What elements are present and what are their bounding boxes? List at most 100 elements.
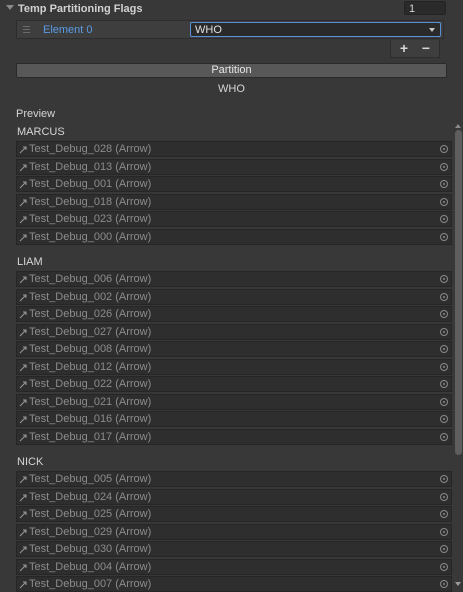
object-picker-icon[interactable] bbox=[440, 215, 448, 223]
object-field-row[interactable]: Test_Debug_006 (Arrow) bbox=[16, 271, 452, 287]
arrow-object-icon bbox=[19, 380, 28, 389]
object-picker-icon[interactable] bbox=[440, 432, 448, 441]
object-picker-icon[interactable] bbox=[440, 232, 448, 241]
object-field-row[interactable]: Test_Debug_000 (Arrow) bbox=[16, 228, 452, 245]
scroll-up-icon[interactable] bbox=[455, 124, 461, 128]
add-element-button[interactable]: + bbox=[393, 40, 415, 57]
object-picker-icon[interactable] bbox=[440, 180, 448, 188]
object-field-label: Test_Debug_007 (Arrow) bbox=[29, 578, 152, 590]
arrow-object-icon bbox=[19, 198, 28, 207]
list-footer: + − bbox=[390, 40, 440, 58]
object-picker-icon[interactable] bbox=[440, 415, 448, 423]
partition-value-label: WHO bbox=[218, 83, 245, 95]
object-field-row[interactable]: Test_Debug_017 (Arrow) bbox=[16, 428, 452, 445]
arrow-object-icon bbox=[19, 580, 28, 589]
arrow-object-icon bbox=[19, 345, 28, 354]
object-picker-icon[interactable] bbox=[440, 580, 448, 588]
vertical-scrollbar[interactable] bbox=[453, 124, 463, 592]
object-field-label: Test_Debug_017 (Arrow) bbox=[29, 430, 152, 443]
object-field-label: Test_Debug_022 (Arrow) bbox=[29, 378, 152, 390]
object-field-row[interactable]: Test_Debug_001 (Arrow) bbox=[16, 176, 452, 192]
object-picker-icon[interactable] bbox=[440, 545, 448, 553]
arrow-object-icon bbox=[19, 310, 28, 319]
object-field-label: Test_Debug_024 (Arrow) bbox=[29, 490, 152, 503]
object-picker-icon[interactable] bbox=[440, 275, 448, 283]
object-picker-icon[interactable] bbox=[440, 492, 448, 501]
object-field-row[interactable]: Test_Debug_004 (Arrow) bbox=[16, 558, 452, 575]
object-picker-icon[interactable] bbox=[440, 162, 448, 171]
object-picker-icon[interactable] bbox=[440, 327, 448, 336]
object-picker-icon[interactable] bbox=[440, 510, 448, 518]
object-field-row[interactable]: Test_Debug_021 (Arrow) bbox=[16, 393, 452, 410]
arrow-object-icon bbox=[19, 433, 28, 442]
object-picker-icon[interactable] bbox=[440, 345, 448, 353]
scroll-down-icon[interactable] bbox=[455, 582, 461, 586]
scrollbar-thumb[interactable] bbox=[455, 130, 462, 455]
drag-handle-icon[interactable] bbox=[23, 26, 30, 33]
arrow-object-icon bbox=[19, 363, 28, 372]
object-field-label: Test_Debug_025 (Arrow) bbox=[29, 508, 152, 520]
object-picker-icon[interactable] bbox=[440, 292, 448, 301]
object-field-row[interactable]: Test_Debug_013 (Arrow) bbox=[16, 158, 452, 175]
object-field-row[interactable]: Test_Debug_030 (Arrow) bbox=[16, 541, 452, 557]
arrow-object-icon bbox=[19, 545, 28, 554]
array-size-field[interactable]: 1 bbox=[404, 1, 446, 15]
group-title: NICK bbox=[17, 456, 44, 468]
object-field-row[interactable]: Test_Debug_029 (Arrow) bbox=[16, 523, 452, 540]
object-field-row[interactable]: Test_Debug_018 (Arrow) bbox=[16, 193, 452, 210]
object-field-row[interactable]: Test_Debug_025 (Arrow) bbox=[16, 506, 452, 522]
object-field-row[interactable]: Test_Debug_005 (Arrow) bbox=[16, 471, 452, 487]
flag-dropdown[interactable]: WHO bbox=[190, 22, 441, 37]
arrow-object-icon bbox=[19, 398, 28, 407]
object-picker-icon[interactable] bbox=[440, 362, 448, 371]
arrow-object-icon bbox=[19, 293, 28, 302]
object-field-label: Test_Debug_008 (Arrow) bbox=[29, 343, 152, 355]
object-field-label: Test_Debug_026 (Arrow) bbox=[29, 308, 152, 320]
object-field-label: Test_Debug_006 (Arrow) bbox=[29, 273, 152, 285]
flags-header-label: Temp Partitioning Flags bbox=[18, 3, 143, 15]
object-field-row[interactable]: Test_Debug_024 (Arrow) bbox=[16, 488, 452, 505]
object-picker-icon[interactable] bbox=[440, 145, 448, 153]
object-field-row[interactable]: Test_Debug_026 (Arrow) bbox=[16, 306, 452, 322]
chevron-down-icon bbox=[429, 28, 435, 32]
object-field-label: Test_Debug_002 (Arrow) bbox=[29, 290, 152, 303]
arrow-object-icon bbox=[19, 180, 28, 189]
object-picker-icon[interactable] bbox=[440, 527, 448, 536]
object-field-label: Test_Debug_013 (Arrow) bbox=[29, 160, 152, 173]
arrow-object-icon bbox=[19, 475, 28, 484]
arrow-object-icon bbox=[19, 145, 28, 154]
object-picker-icon[interactable] bbox=[440, 475, 448, 483]
object-field-label: Test_Debug_004 (Arrow) bbox=[29, 560, 152, 573]
object-field-row[interactable]: Test_Debug_016 (Arrow) bbox=[16, 411, 452, 427]
remove-element-button[interactable]: − bbox=[415, 40, 437, 57]
partition-button[interactable]: Partition bbox=[16, 63, 447, 78]
arrow-object-icon bbox=[19, 163, 28, 172]
object-picker-icon[interactable] bbox=[440, 310, 448, 318]
object-field-row[interactable]: Test_Debug_007 (Arrow) bbox=[16, 576, 452, 592]
object-field-row[interactable]: Test_Debug_012 (Arrow) bbox=[16, 358, 452, 375]
object-field-label: Test_Debug_030 (Arrow) bbox=[29, 543, 152, 555]
element-label: Element 0 bbox=[43, 24, 93, 36]
list-element-row: Element 0 WHO bbox=[16, 20, 444, 39]
object-field-label: Test_Debug_021 (Arrow) bbox=[29, 395, 152, 408]
object-field-row[interactable]: Test_Debug_008 (Arrow) bbox=[16, 341, 452, 357]
object-field-row[interactable]: Test_Debug_027 (Arrow) bbox=[16, 323, 452, 340]
object-field-row[interactable]: Test_Debug_022 (Arrow) bbox=[16, 376, 452, 392]
object-picker-icon[interactable] bbox=[440, 197, 448, 206]
object-field-row[interactable]: Test_Debug_002 (Arrow) bbox=[16, 288, 452, 305]
arrow-object-icon bbox=[19, 215, 28, 224]
arrow-object-icon bbox=[19, 528, 28, 537]
foldout-arrow-icon[interactable] bbox=[6, 5, 14, 10]
object-field-row[interactable]: Test_Debug_023 (Arrow) bbox=[16, 211, 452, 227]
object-picker-icon[interactable] bbox=[440, 562, 448, 571]
arrow-object-icon bbox=[19, 233, 28, 242]
preview-list[interactable]: MARCUS Test_Debug_028 (Arrow) Test_Debug_0… bbox=[16, 124, 452, 592]
dropdown-value: WHO bbox=[195, 24, 222, 36]
object-picker-icon[interactable] bbox=[440, 397, 448, 406]
object-field-row[interactable]: Test_Debug_028 (Arrow) bbox=[16, 141, 452, 157]
object-field-label: Test_Debug_000 (Arrow) bbox=[29, 230, 152, 243]
arrow-object-icon bbox=[19, 493, 28, 502]
object-picker-icon[interactable] bbox=[440, 380, 448, 388]
